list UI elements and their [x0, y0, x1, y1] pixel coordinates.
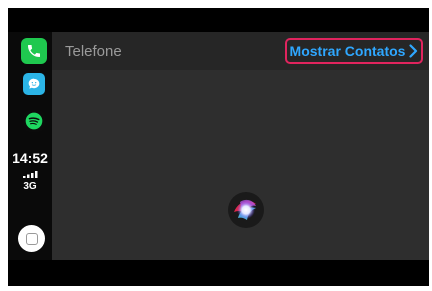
waze-app-button[interactable]	[23, 73, 45, 95]
show-contacts-label: Mostrar Contatos	[289, 43, 406, 59]
home-button[interactable]	[18, 225, 45, 252]
home-square-icon	[25, 232, 38, 245]
network-type: 3G	[23, 181, 37, 192]
app-header: Telefone Mostrar Contatos	[52, 32, 429, 70]
phone-app-view: Telefone Mostrar Contatos	[52, 32, 429, 260]
phone-icon	[28, 45, 40, 57]
waze-icon	[28, 78, 40, 89]
spotify-icon	[25, 112, 43, 130]
carplay-sidebar: 14:52 3G	[8, 32, 52, 260]
show-contacts-button[interactable]: Mostrar Contatos	[285, 38, 423, 64]
chevron-right-icon	[409, 44, 418, 58]
siri-orb-icon[interactable]	[224, 188, 268, 232]
page-title: Telefone	[65, 43, 122, 60]
signal-strength-icon	[23, 171, 38, 178]
phone-app-button[interactable]	[21, 38, 47, 64]
spotify-app-button[interactable]	[23, 110, 45, 132]
clock: 14:52	[12, 150, 48, 166]
